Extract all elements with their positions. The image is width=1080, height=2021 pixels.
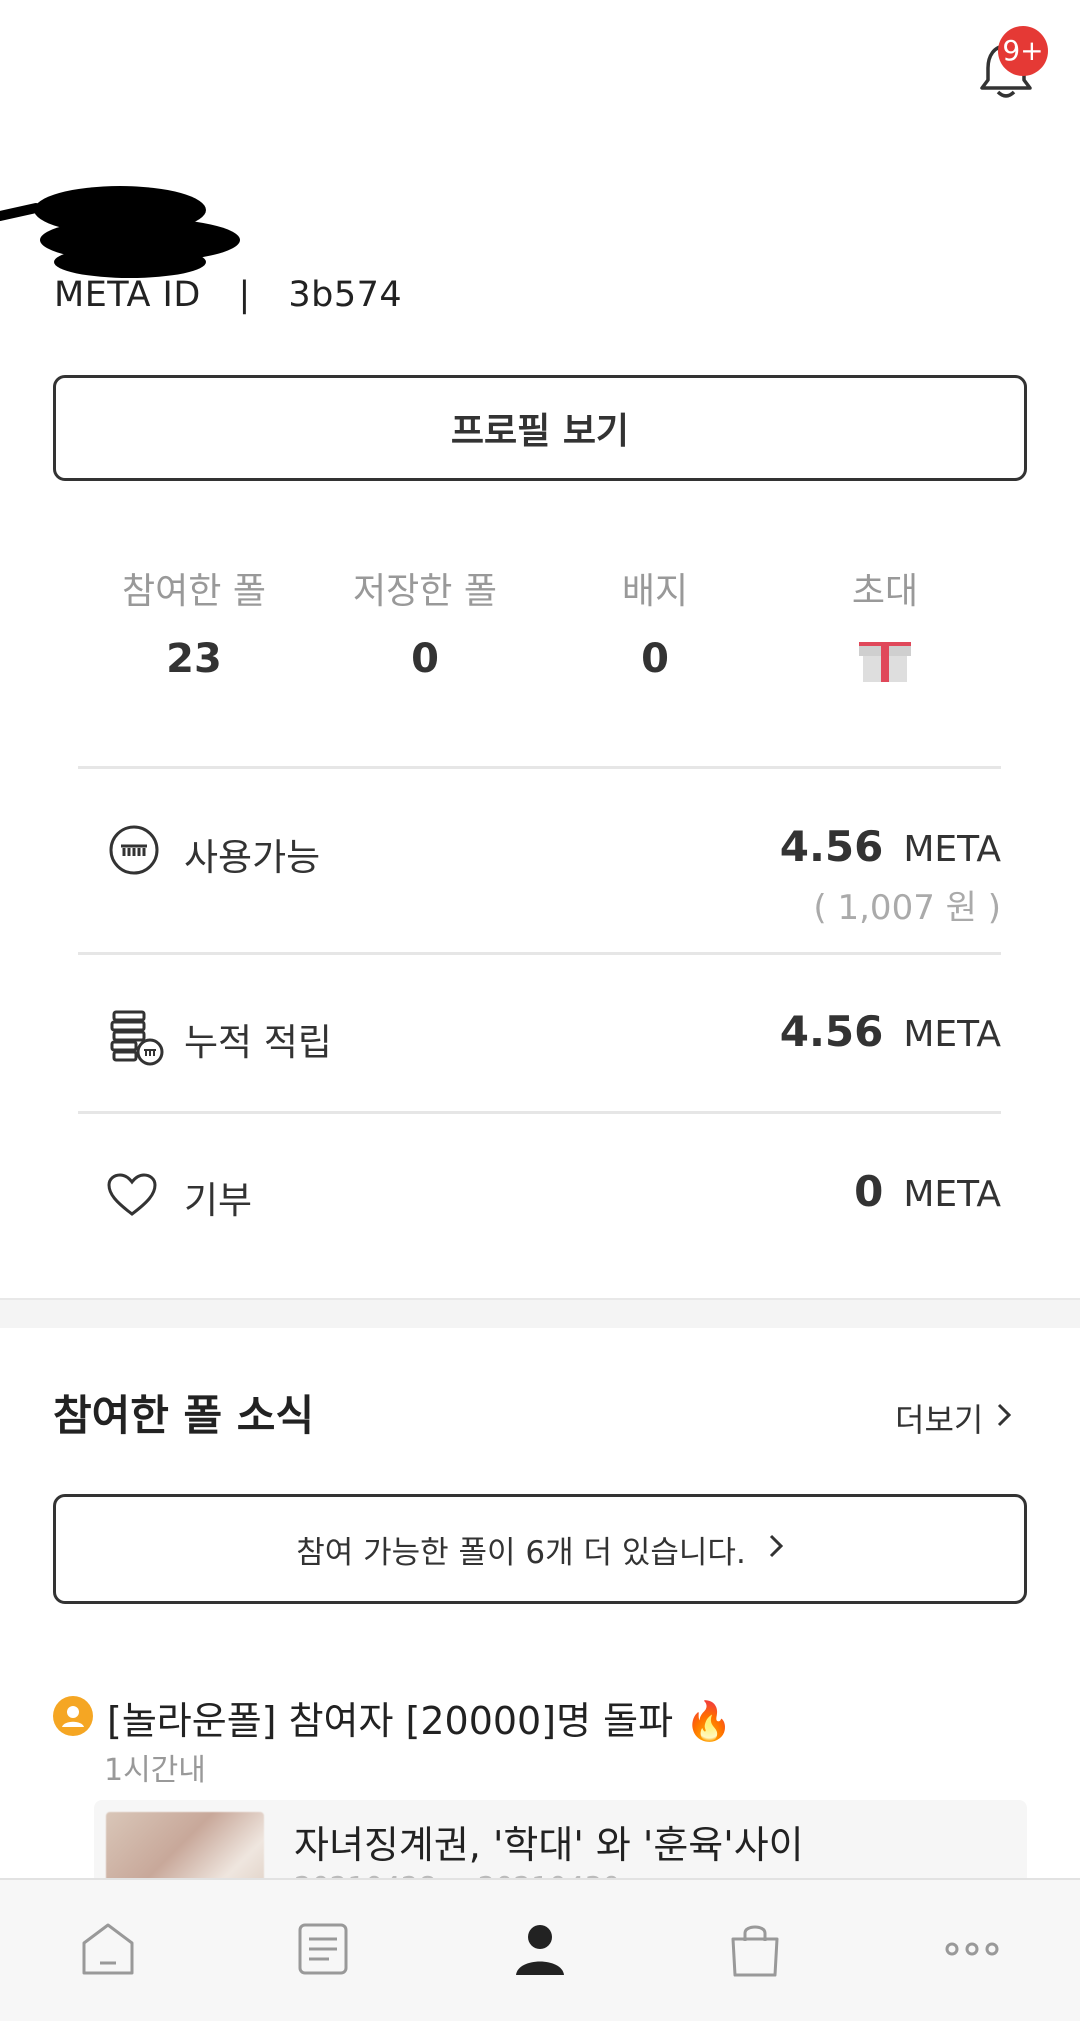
more-icon[interactable] <box>937 1914 1007 1984</box>
gift-icon <box>770 632 1000 688</box>
available-polls-button[interactable]: 참여 가능한 폴이 6개 더 있습니다. <box>53 1494 1027 1604</box>
section-title: 참여한 폴 소식 <box>53 1391 315 1440</box>
available-unit: META <box>903 829 1001 870</box>
meta-id: META ID | 3b574 <box>54 275 402 315</box>
stat-joined-polls[interactable]: 참여한 폴 23 <box>79 562 309 682</box>
available-krw: ( 1,007 원 ) <box>813 888 1001 928</box>
coin-stack-icon <box>108 1008 166 1070</box>
news-time: 1시간내 <box>104 1753 206 1788</box>
more-label: 더보기 <box>895 1401 984 1439</box>
donation-amount: 0 <box>854 1167 884 1216</box>
person-icon[interactable] <box>505 1914 575 1984</box>
heart-icon <box>106 1172 158 1222</box>
meta-id-separator: | <box>238 275 251 315</box>
accumulated-unit: META <box>903 1014 1001 1055</box>
stat-value: 0 <box>411 636 439 682</box>
donation-unit: META <box>903 1174 1001 1215</box>
list-icon[interactable] <box>288 1914 358 1984</box>
user-avatar-icon <box>53 1695 93 1740</box>
available-polls-text: 참여 가능한 폴이 6개 더 있습니다. <box>296 1534 746 1571</box>
donation-amount-row: 0 META <box>854 1167 1001 1216</box>
accumulated-amount-row: 4.56 META <box>780 1007 1001 1056</box>
notification-badge: 9+ <box>998 26 1048 76</box>
news-item[interactable]: [놀라운폴] 참여자 [20000]명 돌파 🔥 <box>53 1690 732 1745</box>
divider <box>78 952 1001 955</box>
stat-label: 배지 <box>621 571 689 612</box>
donation-label: 기부 <box>184 1179 253 1222</box>
more-link[interactable]: 더보기 <box>895 1395 1013 1441</box>
divider <box>78 1111 1001 1114</box>
available-amount-row: 4.56 META <box>780 822 1001 871</box>
stat-invite[interactable]: 초대 <box>770 562 1000 688</box>
chevron-right-icon <box>995 1399 1013 1437</box>
stat-value: 0 <box>641 636 669 682</box>
stat-label: 저장한 폴 <box>353 571 497 612</box>
chevron-right-icon <box>768 1531 784 1567</box>
bag-icon[interactable] <box>720 1914 790 1984</box>
stat-saved-polls[interactable]: 저장한 폴 0 <box>310 562 540 682</box>
accumulated-amount: 4.56 <box>779 1007 884 1056</box>
meta-coin-icon <box>108 824 160 880</box>
bottom-nav <box>0 1878 1080 2021</box>
meta-id-label: META ID <box>54 275 201 315</box>
stat-label: 초대 <box>851 571 919 612</box>
divider <box>78 766 1001 769</box>
stat-value: 23 <box>166 636 222 682</box>
view-profile-button[interactable]: 프로필 보기 <box>53 375 1027 481</box>
news-text: [놀라운폴] 참여자 [20000]명 돌파 🔥 <box>107 1699 733 1743</box>
poll-card-title: 자녀징계권, '학대' 와 '훈육'사이 <box>294 1823 804 1867</box>
available-label: 사용가능 <box>184 836 321 879</box>
accumulated-label: 누적 적립 <box>184 1021 332 1064</box>
section-separator <box>0 1298 1080 1328</box>
meta-id-value: 3b574 <box>288 275 403 315</box>
home-icon[interactable] <box>73 1914 143 1984</box>
stat-badges[interactable]: 배지 0 <box>540 562 770 682</box>
redacted-username <box>0 180 260 280</box>
available-amount: 4.56 <box>779 822 884 871</box>
stat-label: 참여한 폴 <box>122 571 266 612</box>
